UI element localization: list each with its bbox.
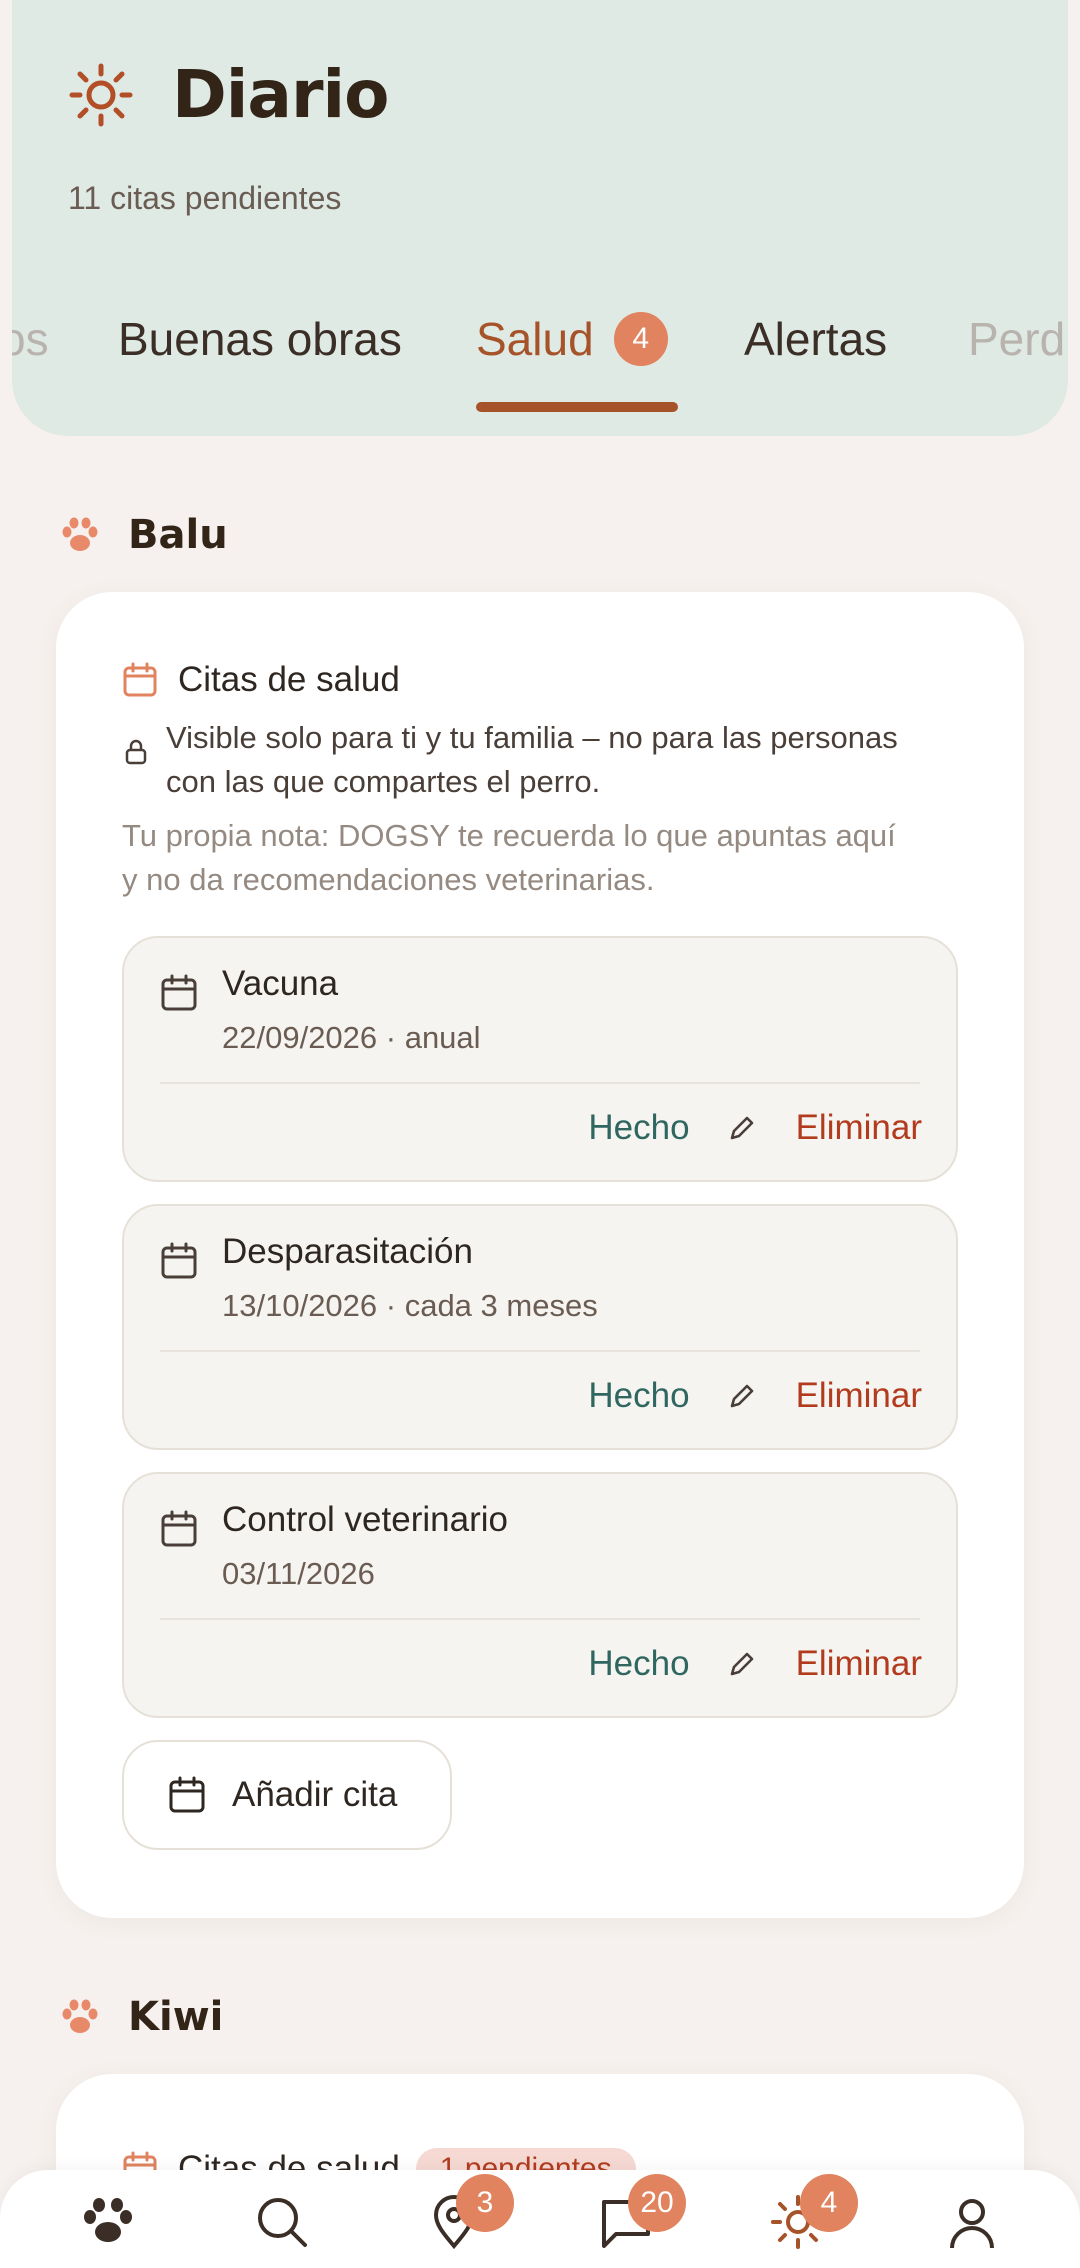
nav-dogs[interactable] xyxy=(80,2194,136,2250)
dog-name: Balu xyxy=(128,512,228,558)
appointment-date: 03/11/2026 xyxy=(222,1556,375,1591)
tab-salud-label: Salud xyxy=(476,313,594,365)
delete-button[interactable]: Eliminar xyxy=(796,1644,922,1684)
appointment-name: Vacuna xyxy=(222,964,339,1003)
health-card-balu: Citas de salud Visible solo para ti y tu… xyxy=(56,592,1024,1918)
edit-pencil-icon[interactable] xyxy=(726,1648,758,1680)
nav-badge: 3 xyxy=(456,2174,514,2232)
privacy-text: Visible solo para ti y tu familia – no p… xyxy=(166,716,898,804)
edit-pencil-icon[interactable] xyxy=(726,1112,758,1144)
edit-pencil-icon[interactable] xyxy=(726,1380,758,1412)
nav-map[interactable]: 3 xyxy=(426,2174,514,2250)
pending-count: 11 citas pendientes xyxy=(68,180,342,216)
dog-heading-kiwi: Kiwi xyxy=(60,1994,223,2040)
privacy-text-line: con las que compartes el perro. xyxy=(166,764,601,799)
lock-icon xyxy=(125,739,147,765)
search-icon xyxy=(258,2198,307,2247)
appointment-date: 13/10/2026 · cada 3 meses xyxy=(222,1288,598,1323)
appointment-actions: Hecho Eliminar xyxy=(588,1644,922,1684)
calendar-icon xyxy=(123,662,157,697)
add-appointment-button[interactable]: Añadir cita xyxy=(122,1740,452,1850)
bottom-nav: 3 20 4 xyxy=(0,2170,1080,2268)
appointment-date: 22/09/2026 · anual xyxy=(222,1020,481,1055)
done-button[interactable]: Hecho xyxy=(588,1108,689,1148)
user-icon xyxy=(950,2199,994,2249)
delete-button[interactable]: Eliminar xyxy=(796,1376,922,1416)
privacy-text-line: Visible solo para ti y tu familia – no p… xyxy=(166,720,898,755)
nav-badge: 4 xyxy=(800,2174,858,2232)
appointment-item: Desparasitación 13/10/2026 · cada 3 mese… xyxy=(122,1204,958,1450)
nav-badge: 20 xyxy=(628,2174,686,2232)
calendar-icon xyxy=(161,974,197,1011)
delete-button[interactable]: Eliminar xyxy=(796,1108,922,1148)
tab-salud[interactable]: Salud 4 xyxy=(476,311,668,370)
nav-search[interactable] xyxy=(254,2194,310,2250)
title-row: Diario xyxy=(68,56,389,133)
disclaimer-line: y no da recomendaciones veterinarias. xyxy=(122,862,655,897)
nav-profile[interactable] xyxy=(944,2194,1000,2250)
appointment-actions: Hecho Eliminar xyxy=(588,1108,922,1148)
tab-partial-right[interactable]: Perd xyxy=(968,312,1065,366)
calendar-icon xyxy=(161,1510,197,1547)
tab-partial-left[interactable]: os xyxy=(12,312,49,366)
tab-bar: os Buenas obras Salud 4 Alertas Perd xyxy=(12,306,1068,412)
sun-icon xyxy=(69,63,133,126)
header: Diario 11 citas pendientes os Buenas obr… xyxy=(12,0,1068,436)
tab-buenas-obras[interactable]: Buenas obras xyxy=(118,312,402,366)
dog-heading-balu: Balu xyxy=(60,512,228,558)
appointment-item: Vacuna 22/09/2026 · anual Hecho Eliminar xyxy=(122,936,958,1182)
disclaimer-note: Tu propia nota: DOGSY te recuerda lo que… xyxy=(122,814,982,902)
divider xyxy=(160,1618,920,1620)
divider xyxy=(160,1350,920,1352)
divider xyxy=(160,1082,920,1084)
section-header: Citas de salud xyxy=(122,660,400,700)
nav-messages[interactable]: 20 xyxy=(598,2174,686,2250)
section-title: Citas de salud xyxy=(178,660,400,699)
dog-name: Kiwi xyxy=(128,1994,224,2040)
tab-salud-badge: 4 xyxy=(613,311,668,366)
calendar-icon xyxy=(169,1776,205,1813)
nav-diary[interactable]: 4 xyxy=(770,2174,858,2250)
paw-icon xyxy=(84,2198,132,2242)
tab-alertas[interactable]: Alertas xyxy=(744,312,887,366)
page-title: Diario xyxy=(172,56,389,133)
done-button[interactable]: Hecho xyxy=(588,1376,689,1416)
calendar-icon xyxy=(161,1242,197,1279)
add-appointment-label: Añadir cita xyxy=(232,1775,398,1814)
appointment-name: Desparasitación xyxy=(222,1232,473,1271)
active-tab-indicator xyxy=(476,402,678,412)
paw-icon xyxy=(62,1999,98,2033)
appointment-item: Control veterinario 03/11/2026 Hecho Eli… xyxy=(122,1472,958,1718)
done-button[interactable]: Hecho xyxy=(588,1644,689,1684)
paw-icon xyxy=(62,517,98,551)
appointment-actions: Hecho Eliminar xyxy=(588,1376,922,1416)
appointment-name: Control veterinario xyxy=(222,1500,508,1539)
privacy-notice: Visible solo para ti y tu familia – no p… xyxy=(122,716,1002,804)
disclaimer-line: Tu propia nota: DOGSY te recuerda lo que… xyxy=(122,818,896,853)
